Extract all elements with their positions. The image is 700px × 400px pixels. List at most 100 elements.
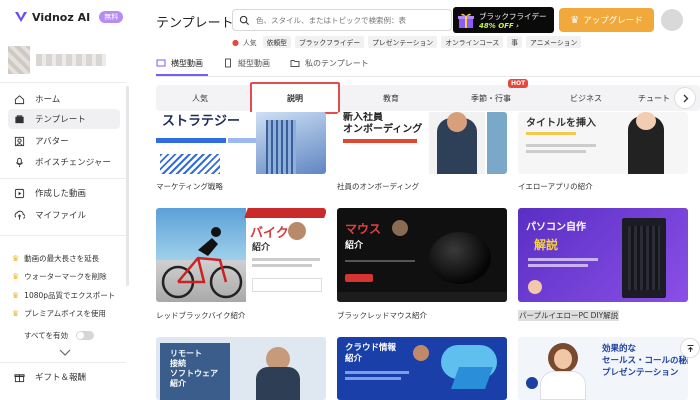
- template-card-sales-call[interactable]: 効果的な セールス・コールの秘訣 プレゼンテーション: [518, 337, 688, 400]
- perk-label: ウォーターマークを削除: [24, 272, 107, 281]
- trending-tag[interactable]: アニメーション: [526, 36, 582, 48]
- brand[interactable]: Vidnoz AI 無料: [14, 10, 124, 24]
- sidebar-item-gifts[interactable]: ギフト＆報酬: [8, 367, 120, 387]
- enable-all-row: すべてを有効: [24, 330, 95, 341]
- category-popular[interactable]: 人気: [156, 85, 244, 111]
- black-friday-promo[interactable]: ブラックフライデー 48% OFF ›: [453, 7, 554, 33]
- card-title: ストラテジー: [162, 114, 241, 129]
- template-card-pc-diy[interactable]: パソコン自作 解説: [518, 208, 688, 302]
- upgrade-button[interactable]: ♛ アップグレード: [559, 8, 654, 32]
- divider: [0, 235, 126, 236]
- card-subtitle: 紹介: [252, 243, 271, 253]
- vidnoz-logo-icon: [15, 12, 27, 22]
- app-root: Vidnoz AI 無料 ホーム テンプレート アバター ボイスチェンジャー 作…: [0, 0, 700, 400]
- tab-label: 縦型動画: [238, 58, 270, 68]
- gift-box-icon: [458, 13, 474, 28]
- crown-icon: ♛: [12, 272, 20, 281]
- category-business[interactable]: ビジネス: [541, 85, 631, 111]
- search-icon: [239, 15, 250, 25]
- tab-portrait[interactable]: 縦型動画: [223, 56, 270, 70]
- crown-icon: ♛: [570, 14, 580, 26]
- sidebar-item-label: アバター: [35, 137, 69, 147]
- brand-name: Vidnoz AI: [32, 10, 91, 24]
- card-title: 効果的な セールス・コールの秘訣 プレゼンテーション: [602, 344, 688, 378]
- card-subtitle: 紹介: [345, 241, 364, 251]
- trending-tags: ● 人気 依頼型 ブラックフライデー プレゼンテーション オンラインコース 事 …: [232, 36, 582, 48]
- card-caption: パープルイエローPC DIY解説: [518, 310, 620, 321]
- gift-icon: [14, 373, 25, 382]
- sidebar-scrollbar[interactable]: [126, 86, 129, 286]
- category-next-button[interactable]: [674, 87, 696, 109]
- sidebar-item-home[interactable]: ホーム: [8, 89, 120, 109]
- sidebar-item-label: ボイスチェンジャー: [35, 158, 111, 168]
- landscape-icon: [156, 59, 166, 67]
- template-card-onboarding[interactable]: 新入社員 オンボーディング: [337, 112, 507, 174]
- template-tabs: 横型動画 縦型動画 私のテンプレート: [156, 56, 369, 70]
- perk-item: ♛ ウォーターマークを削除: [12, 271, 107, 282]
- promo-discount: 48% OFF ›: [479, 21, 520, 30]
- sidebar-item-voice-changer[interactable]: ボイスチェンジャー: [8, 152, 120, 172]
- category-bar: 人気 説明 教育 季節・行事 ビジネス チュート HOT: [156, 79, 700, 114]
- template-card-cloud[interactable]: クラウド情報 紹介: [337, 337, 507, 400]
- template-card-yellow-app[interactable]: タイトルを挿入: [518, 112, 688, 174]
- trending-tag[interactable]: 事: [507, 36, 523, 48]
- category-education[interactable]: 教育: [346, 85, 436, 111]
- sidebar-item-label: ホーム: [35, 95, 61, 105]
- video-icon: [14, 188, 25, 198]
- trending-tag[interactable]: オンラインコース: [441, 36, 504, 48]
- user-profile[interactable]: [8, 46, 106, 74]
- template-card-remote-software[interactable]: リモート 接続 ソフトウェア 紹介: [156, 337, 326, 400]
- tab-my-templates[interactable]: 私のテンプレート: [290, 56, 369, 70]
- category-label: 説明: [287, 93, 303, 103]
- account-avatar[interactable]: [661, 9, 683, 31]
- upload-icon: [14, 210, 25, 220]
- arrow-up-icon: [687, 344, 693, 352]
- search-box[interactable]: [232, 9, 452, 31]
- sidebar-item-templates[interactable]: テンプレート: [8, 109, 120, 129]
- trending-tag[interactable]: プレゼンテーション: [368, 36, 438, 48]
- tab-label: 横型動画: [171, 58, 203, 68]
- user-name-blurred: [36, 54, 106, 66]
- sidebar-item-label: マイファイル: [35, 211, 87, 221]
- free-badge: 無料: [99, 11, 124, 23]
- sidebar-item-my-files[interactable]: マイファイル: [8, 205, 120, 225]
- search-input[interactable]: [256, 15, 446, 25]
- promo-title: ブラックフライデー: [479, 11, 547, 21]
- enable-all-toggle[interactable]: [76, 331, 95, 340]
- template-card-marketing[interactable]: ストラテジー: [156, 112, 326, 174]
- category-label: 教育: [383, 93, 399, 103]
- category-label: ビジネス: [570, 93, 602, 103]
- card-title: リモート 接続 ソフトウェア 紹介: [170, 349, 218, 388]
- template-card-mouse[interactable]: マウス 紹介: [337, 208, 507, 302]
- scroll-to-top-button[interactable]: [680, 338, 700, 358]
- category-label: 人気: [192, 93, 208, 103]
- card-title: クラウド情報 紹介: [345, 343, 397, 364]
- sidebar-item-label: ギフト＆報酬: [35, 373, 87, 383]
- trending-tag[interactable]: 依頼型: [262, 36, 291, 48]
- crown-icon: ♛: [12, 291, 20, 300]
- card-title: マウス: [345, 222, 382, 236]
- trending-tag[interactable]: ブラックフライデー: [294, 36, 365, 48]
- user-avatar: [8, 46, 30, 74]
- tab-landscape[interactable]: 横型動画: [156, 56, 203, 70]
- perk-label: 動画の最大長さを延長: [24, 254, 100, 263]
- card-caption: レッドブラックバイク紹介: [156, 311, 246, 320]
- crown-icon: ♛: [12, 254, 20, 263]
- sidebar-item-avatars[interactable]: アバター: [8, 131, 120, 151]
- card-caption: 社員のオンボーディング: [337, 182, 419, 191]
- tab-label: 私のテンプレート: [305, 58, 369, 68]
- card-title: 新入社員 オンボーディング: [343, 112, 423, 135]
- card-title: バイク: [250, 226, 289, 241]
- category-explanation[interactable]: 説明: [250, 82, 340, 114]
- divider: [0, 178, 126, 179]
- folder-icon: [290, 60, 300, 67]
- chevron-down-icon[interactable]: [58, 349, 72, 357]
- sidebar-item-my-videos[interactable]: 作成した動画: [8, 183, 120, 203]
- category-label: チュート: [638, 93, 670, 103]
- perk-label: プレミアムボイスを使用: [24, 309, 106, 318]
- template-card-bike[interactable]: バイク 紹介: [156, 208, 326, 302]
- perk-label: 1080p品質でエクスポート: [24, 291, 116, 300]
- sidebar-item-label: 作成した動画: [35, 189, 87, 199]
- fire-icon: ●: [232, 37, 239, 47]
- category-seasonal[interactable]: 季節・行事: [446, 85, 536, 111]
